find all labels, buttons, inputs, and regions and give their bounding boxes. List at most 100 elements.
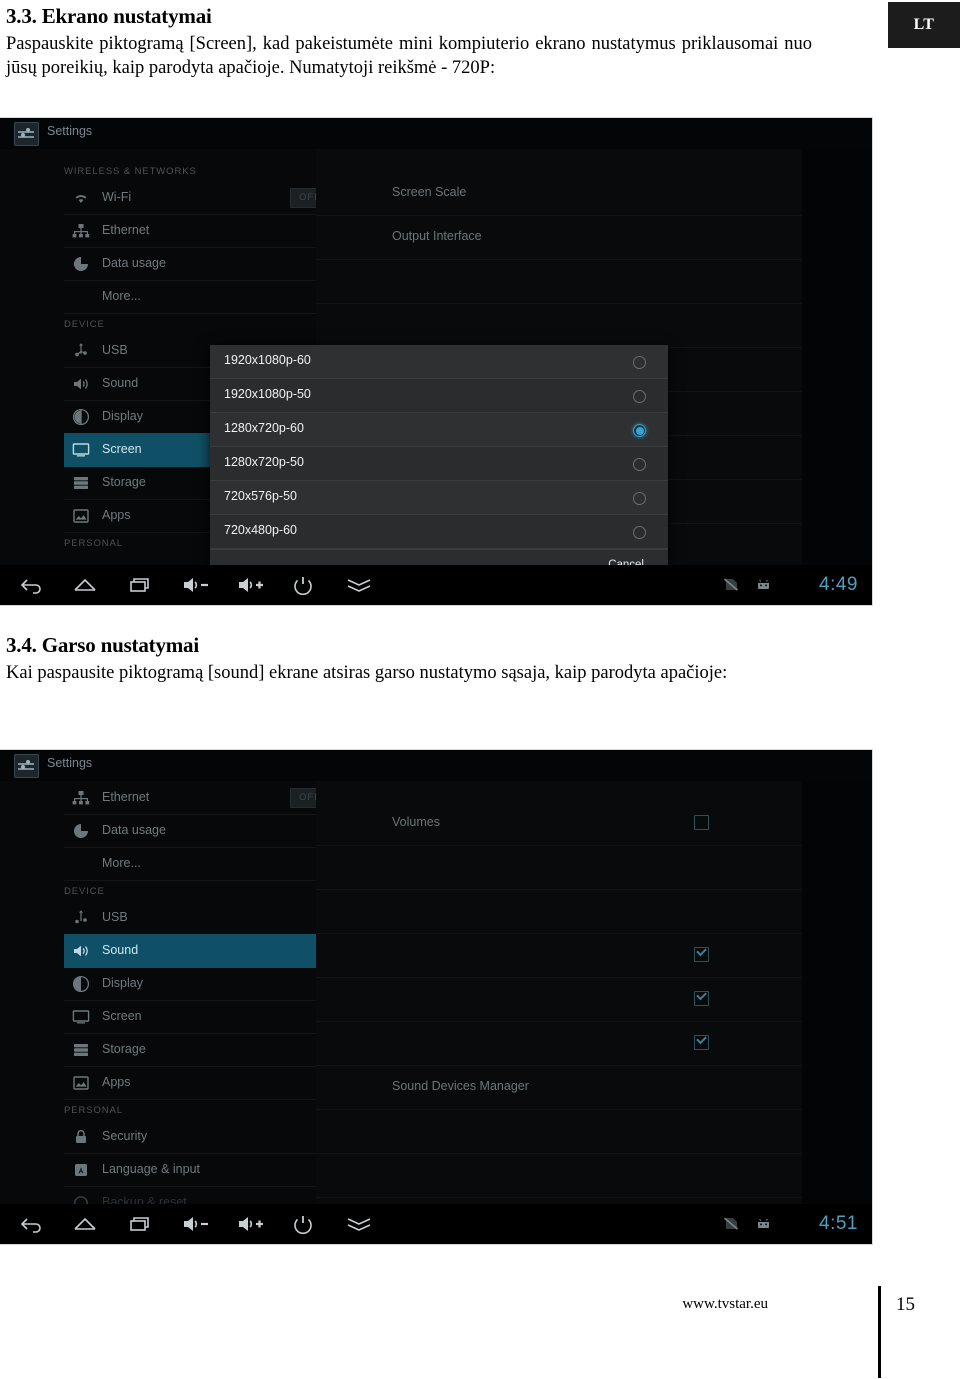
checkbox-checked[interactable]: [694, 1035, 709, 1050]
settings-icon: [14, 754, 39, 778]
footer-divider: [878, 1286, 881, 1378]
sidebar-item-label: Screen: [102, 442, 142, 456]
sidebar-group-device: DEVICE: [64, 319, 105, 330]
sidebar-item-label: Data usage: [102, 823, 166, 837]
navigation-bar: 4:51: [0, 1204, 872, 1244]
resolution-option[interactable]: 1280x720p-60: [210, 413, 668, 447]
sidebar-item-label: Sound: [102, 943, 139, 957]
resolution-option[interactable]: 1920x1080p-50: [210, 379, 668, 413]
status-bar-title: Settings: [47, 124, 93, 138]
resolution-option[interactable]: 720x480p-60: [210, 515, 668, 549]
detail-row-screen-scale[interactable]: Screen Scale: [316, 171, 802, 216]
lock-icon: [72, 1128, 90, 1146]
sound-icon: [72, 375, 90, 393]
manual-page: 3.3. Ekrano nustatymai Paspauskite pikto…: [0, 0, 960, 1379]
sidebar-item-data-usage[interactable]: Data usage: [64, 247, 316, 281]
android-icon: [755, 577, 772, 592]
sidebar-item-language-input[interactable]: Language & input: [64, 1153, 316, 1187]
sidebar-item-display[interactable]: Display: [64, 967, 316, 1001]
detail-row-output-interface[interactable]: Output Interface: [316, 215, 802, 260]
checkbox-unchecked[interactable]: [694, 815, 709, 830]
language-tag: LT: [888, 2, 960, 48]
radio-button[interactable]: [633, 390, 646, 403]
collapse-icon[interactable]: [345, 575, 373, 595]
sidebar-item-security[interactable]: Security: [64, 1120, 316, 1154]
page-number: 15: [896, 1294, 915, 1315]
resolution-label: 1920x1080p-60: [224, 353, 311, 367]
sidebar-item-ethernet[interactable]: Ethernet: [64, 214, 316, 248]
resolution-label: 720x480p-60: [224, 523, 297, 537]
volume-down-icon[interactable]: [181, 1214, 211, 1234]
detail-row-toggle-2[interactable]: [316, 977, 802, 1022]
checkbox-checked[interactable]: [694, 947, 709, 962]
sidebar-item-apps[interactable]: Apps: [64, 1066, 316, 1100]
sidebar-item-sound[interactable]: Sound: [64, 934, 316, 968]
no-sim-icon: [723, 1216, 740, 1231]
display-icon: [72, 975, 90, 993]
sidebar-item-label: USB: [102, 343, 128, 357]
sidebar-item-wifi[interactable]: Wi-Fi OFF: [64, 181, 352, 215]
radio-button[interactable]: [633, 458, 646, 471]
sidebar-item-usb[interactable]: USB: [64, 901, 316, 935]
sidebar-item-label: Storage: [102, 475, 146, 489]
volume-down-icon[interactable]: [181, 575, 211, 595]
sidebar-item-label: Display: [102, 409, 143, 423]
sidebar-item-label: Data usage: [102, 256, 166, 270]
resolution-option[interactable]: 720x576p-50: [210, 481, 668, 515]
sidebar-item-label: Security: [102, 1129, 148, 1143]
detail-row-volumes[interactable]: Volumes: [316, 801, 802, 846]
resolution-label: 1280x720p-60: [224, 421, 304, 435]
detail-row-label: Screen Scale: [392, 185, 467, 199]
detail-row-blank-2: [316, 889, 802, 934]
detail-row-blank-1: [316, 845, 802, 890]
checkbox-checked[interactable]: [694, 991, 709, 1006]
collapse-icon[interactable]: [345, 1214, 373, 1234]
radio-button[interactable]: [633, 356, 646, 369]
sidebar-item-label: More...: [102, 289, 141, 303]
status-bar: Settings: [0, 750, 872, 782]
status-bar: Settings: [0, 118, 872, 150]
sidebar-item-more[interactable]: More...: [64, 280, 316, 314]
radio-button[interactable]: [633, 526, 646, 539]
power-icon[interactable]: [292, 1214, 316, 1234]
back-icon[interactable]: [18, 1214, 44, 1234]
sidebar-item-storage[interactable]: Storage: [64, 1033, 316, 1067]
radio-button[interactable]: [633, 492, 646, 505]
output-interface-dialog[interactable]: 1920x1080p-60 1920x1080p-50 1280x720p-60…: [210, 345, 668, 582]
ethernet-icon: [72, 789, 90, 807]
settings-sidebar: Ethernet OFF Data usage More... DEVICE U…: [0, 781, 352, 1220]
radio-button-selected[interactable]: [633, 424, 646, 437]
settings-body: Ethernet OFF Data usage More... DEVICE U…: [0, 781, 872, 1220]
home-icon[interactable]: [72, 575, 98, 595]
recents-icon[interactable]: [127, 1214, 153, 1234]
recents-icon[interactable]: [127, 575, 153, 595]
sidebar-item-screen[interactable]: Screen: [64, 1000, 316, 1034]
page-footer: www.tvstar.eu 15: [0, 1286, 960, 1378]
resolution-option[interactable]: 1920x1080p-60: [210, 345, 668, 379]
resolution-label: 720x576p-50: [224, 489, 297, 503]
language-icon: [72, 1161, 90, 1179]
volume-up-icon[interactable]: [236, 575, 266, 595]
no-sim-icon: [723, 577, 740, 592]
detail-row-label: Volumes: [392, 815, 440, 829]
sidebar-item-label: Wi-Fi: [102, 190, 132, 204]
sidebar-item-data-usage[interactable]: Data usage: [64, 814, 316, 848]
volume-up-icon[interactable]: [236, 1214, 266, 1234]
detail-row-toggle-1[interactable]: [316, 933, 802, 978]
detail-row-sound-devices-manager[interactable]: Sound Devices Manager: [316, 1065, 802, 1110]
sidebar-group-wireless: WIRELESS & NETWORKS: [64, 166, 197, 177]
apps-icon: [72, 507, 90, 525]
resolution-option[interactable]: 1280x720p-50: [210, 447, 668, 481]
sidebar-item-more[interactable]: More...: [64, 847, 316, 881]
home-icon[interactable]: [72, 1214, 98, 1234]
screenshot-sound-settings: Settings Ethernet OFF Data usage More...…: [0, 750, 872, 1244]
screen-icon: [72, 441, 90, 459]
detail-row-blank-4: [316, 1153, 802, 1198]
sidebar-item-ethernet[interactable]: Ethernet OFF: [64, 781, 352, 815]
back-icon[interactable]: [18, 575, 44, 595]
detail-row-blank-1: [316, 259, 802, 304]
detail-row-toggle-3[interactable]: [316, 1021, 802, 1066]
status-bar-title: Settings: [47, 756, 93, 770]
power-icon[interactable]: [292, 575, 316, 595]
sidebar-item-label: Ethernet: [102, 223, 150, 237]
